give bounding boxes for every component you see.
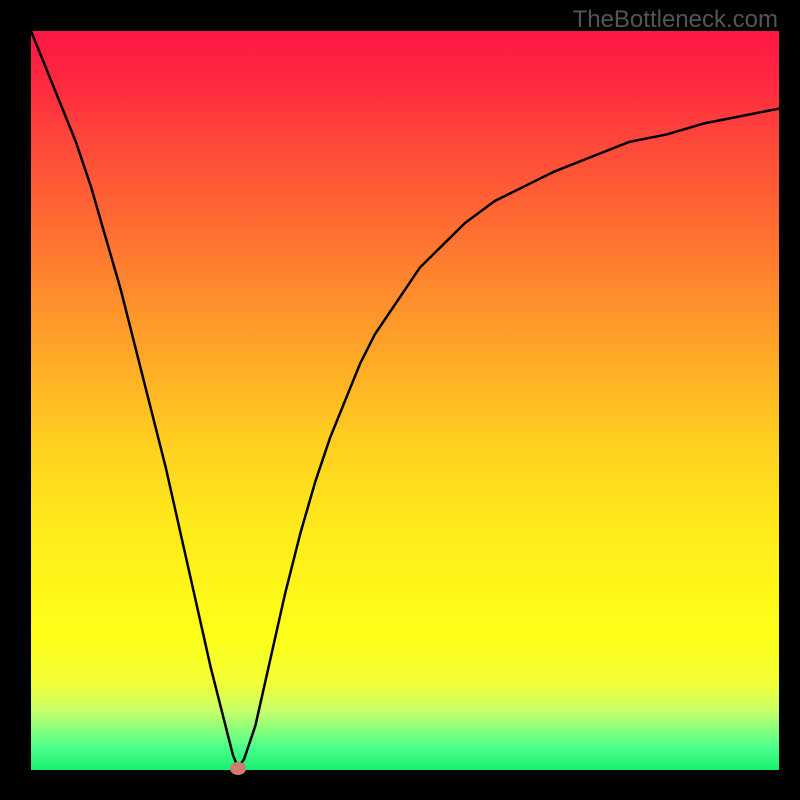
curve-minimum-marker [230, 762, 246, 775]
bottleneck-curve-line [31, 31, 779, 770]
watermark-text: TheBottleneck.com [573, 6, 778, 34]
